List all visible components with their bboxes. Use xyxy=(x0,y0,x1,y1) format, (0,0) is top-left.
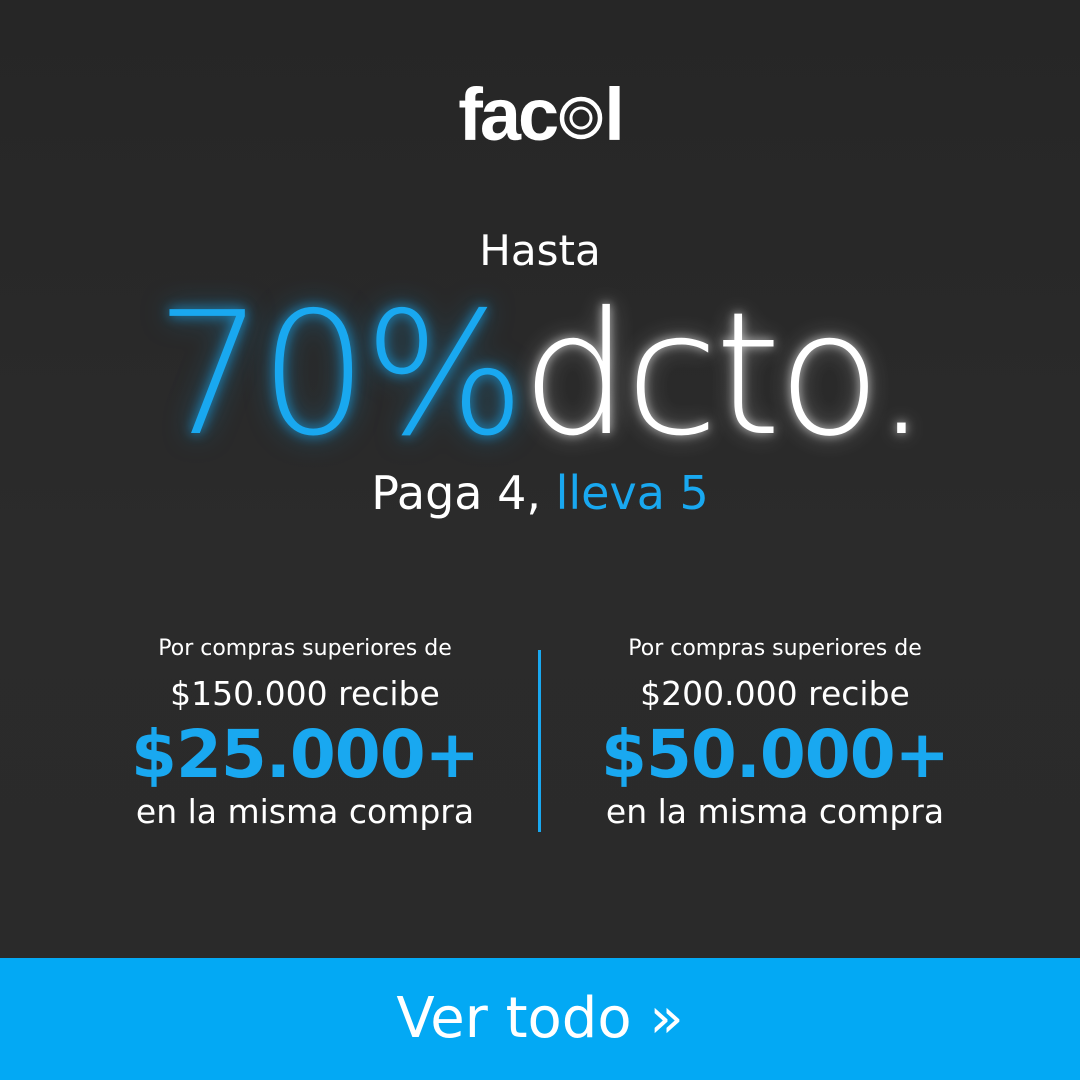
discount-percent: 70% xyxy=(155,276,526,474)
paga-label: Paga 4, xyxy=(371,466,541,520)
offer-note: en la misma compra xyxy=(135,792,475,831)
offer-tier-1: Por compras superiores de $150.000 recib… xyxy=(95,636,515,832)
intro-text: Hasta xyxy=(479,226,601,275)
logo-text-prefix: fac xyxy=(458,73,559,156)
ring-o-icon xyxy=(558,95,604,141)
offer-divider xyxy=(538,650,541,832)
offer-amount: $50.000+ xyxy=(601,716,950,793)
offer-tier-2: Por compras superiores de $200.000 recib… xyxy=(565,636,985,832)
offer-amount: $25.000+ xyxy=(131,716,480,793)
bundle-offer: Paga 4, lleva 5 xyxy=(0,470,1080,516)
discount-headline: 70%dcto. xyxy=(0,290,1080,460)
discount-word: dcto. xyxy=(521,276,928,474)
offer-condition: Por compras superiores de xyxy=(158,636,452,661)
offer-threshold: $200.000 recibe xyxy=(640,674,910,713)
brand-logo[interactable]: fac l xyxy=(0,78,1080,152)
lleva-label: lleva 5 xyxy=(555,466,709,520)
offer-threshold: $150.000 recibe xyxy=(170,674,440,713)
promo-banner: fac l Hasta 70%dcto. Paga 4, lleva 5 Por … xyxy=(0,0,1080,1080)
logo-text-suffix: l xyxy=(604,73,624,156)
offer-condition: Por compras superiores de xyxy=(628,636,922,661)
view-all-button[interactable]: Ver todo » xyxy=(0,958,1080,1080)
offer-note: en la misma compra xyxy=(605,792,945,831)
